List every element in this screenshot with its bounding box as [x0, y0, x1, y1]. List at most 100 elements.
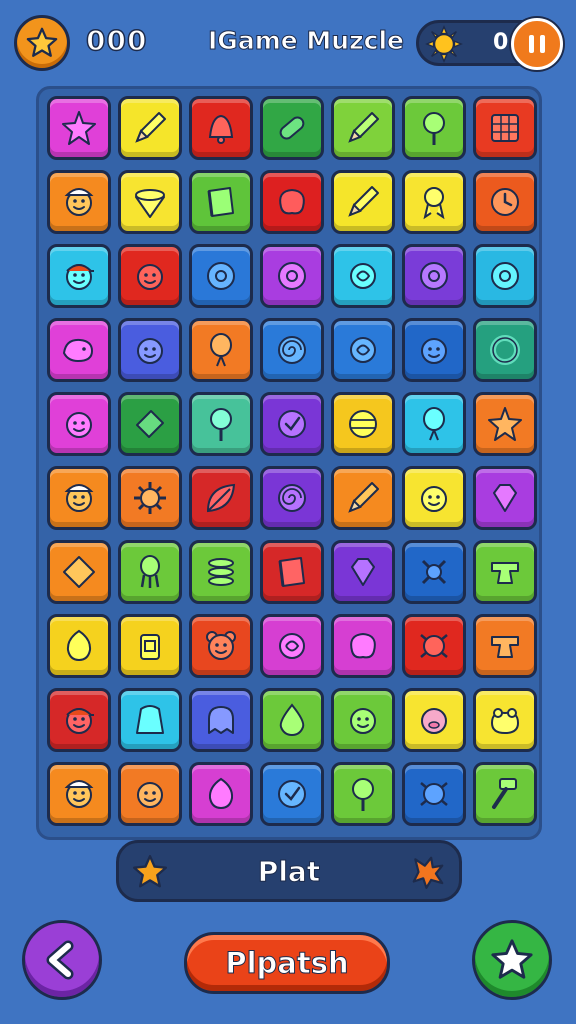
- game-tile[interactable]: [118, 762, 182, 826]
- plpatsh-button[interactable]: Plpatsh: [184, 932, 390, 994]
- game-tile[interactable]: [118, 688, 182, 752]
- game-tile[interactable]: [331, 170, 395, 234]
- game-tile[interactable]: [189, 540, 253, 604]
- game-tile[interactable]: [473, 318, 537, 382]
- game-tile[interactable]: [118, 244, 182, 308]
- game-tile[interactable]: [189, 614, 253, 678]
- game-tile[interactable]: [189, 762, 253, 826]
- cloak-icon: [136, 705, 164, 734]
- plat-label: Plat: [257, 855, 321, 889]
- game-tile[interactable]: [118, 96, 182, 160]
- game-tile[interactable]: [260, 392, 324, 456]
- game-tile[interactable]: [260, 614, 324, 678]
- face-icon: [137, 338, 163, 364]
- gem-icon: [493, 484, 517, 512]
- game-tile[interactable]: [189, 466, 253, 530]
- game-tile[interactable]: [402, 318, 466, 382]
- game-tile[interactable]: [473, 244, 537, 308]
- game-tile[interactable]: [118, 540, 182, 604]
- game-tile[interactable]: [189, 688, 253, 752]
- game-tile[interactable]: [47, 688, 111, 752]
- favorite-button[interactable]: [472, 920, 552, 1000]
- game-tile[interactable]: [402, 96, 466, 160]
- game-tile[interactable]: [47, 96, 111, 160]
- game-tile[interactable]: [189, 392, 253, 456]
- game-tile[interactable]: [47, 540, 111, 604]
- pencil-icon: [348, 186, 379, 217]
- pencil-icon: [348, 112, 379, 143]
- balloon-icon: [423, 407, 445, 441]
- game-tile[interactable]: [402, 614, 466, 678]
- game-tile[interactable]: [331, 614, 395, 678]
- ghost-icon: [208, 706, 234, 734]
- game-tile[interactable]: [260, 96, 324, 160]
- game-tile[interactable]: [260, 540, 324, 604]
- game-tile[interactable]: [47, 318, 111, 382]
- game-tile[interactable]: [402, 688, 466, 752]
- game-tile[interactable]: [331, 96, 395, 160]
- back-button[interactable]: [22, 920, 102, 1000]
- game-tile[interactable]: [118, 392, 182, 456]
- game-tile[interactable]: [260, 244, 324, 308]
- game-tile[interactable]: [47, 244, 111, 308]
- game-tile[interactable]: [402, 170, 466, 234]
- game-tile[interactable]: [189, 318, 253, 382]
- game-tile[interactable]: [260, 170, 324, 234]
- game-tile[interactable]: [260, 688, 324, 752]
- game-tile[interactable]: [47, 466, 111, 530]
- game-tile[interactable]: [331, 318, 395, 382]
- star-icon: [491, 939, 533, 979]
- game-tile[interactable]: [331, 244, 395, 308]
- top-bar: 000 IGame Muzcle 0: [0, 0, 576, 86]
- game-tile[interactable]: [473, 688, 537, 752]
- star-icon[interactable]: [14, 15, 70, 71]
- game-tile[interactable]: [260, 318, 324, 382]
- game-tile[interactable]: [331, 466, 395, 530]
- game-tile[interactable]: [473, 614, 537, 678]
- game-tile[interactable]: [118, 318, 182, 382]
- diamond-icon: [63, 556, 95, 588]
- game-tile[interactable]: [118, 170, 182, 234]
- game-tile[interactable]: [260, 466, 324, 530]
- book-icon: [278, 557, 305, 587]
- game-tile[interactable]: [260, 762, 324, 826]
- game-tile[interactable]: [331, 762, 395, 826]
- pencil-icon: [348, 482, 379, 513]
- game-tile[interactable]: [402, 244, 466, 308]
- game-tile[interactable]: [402, 540, 466, 604]
- game-tile[interactable]: [189, 244, 253, 308]
- plat-bar: Plat: [116, 840, 462, 902]
- game-tile[interactable]: [402, 762, 466, 826]
- game-tile[interactable]: [473, 392, 537, 456]
- game-tile[interactable]: [402, 392, 466, 456]
- game-tile[interactable]: [402, 466, 466, 530]
- game-title: IGame Muzcle: [208, 26, 405, 56]
- game-tile[interactable]: [473, 762, 537, 826]
- game-tile[interactable]: [331, 688, 395, 752]
- blob-icon: [350, 632, 376, 659]
- swirl-icon: [278, 336, 306, 364]
- game-tile[interactable]: [473, 96, 537, 160]
- game-tile[interactable]: [47, 762, 111, 826]
- game-tile[interactable]: [47, 392, 111, 456]
- game-tile[interactable]: [189, 170, 253, 234]
- game-tile[interactable]: [189, 96, 253, 160]
- game-tile[interactable]: [118, 466, 182, 530]
- game-tile[interactable]: [47, 170, 111, 234]
- blob-icon: [279, 188, 305, 215]
- pause-icon: [529, 35, 545, 53]
- game-tile[interactable]: [331, 540, 395, 604]
- game-tile[interactable]: [473, 466, 537, 530]
- game-tile[interactable]: [47, 614, 111, 678]
- candy-icon: [279, 633, 305, 659]
- face-hat-icon: [64, 780, 94, 808]
- game-tile[interactable]: [331, 392, 395, 456]
- game-tile[interactable]: [473, 540, 537, 604]
- game-tile[interactable]: [118, 614, 182, 678]
- ball-icon: [349, 410, 377, 438]
- bug-icon: [420, 634, 448, 658]
- jar-icon: [140, 634, 160, 660]
- pause-button[interactable]: [511, 18, 563, 70]
- game-tile[interactable]: [473, 170, 537, 234]
- grid-icon: [491, 114, 519, 142]
